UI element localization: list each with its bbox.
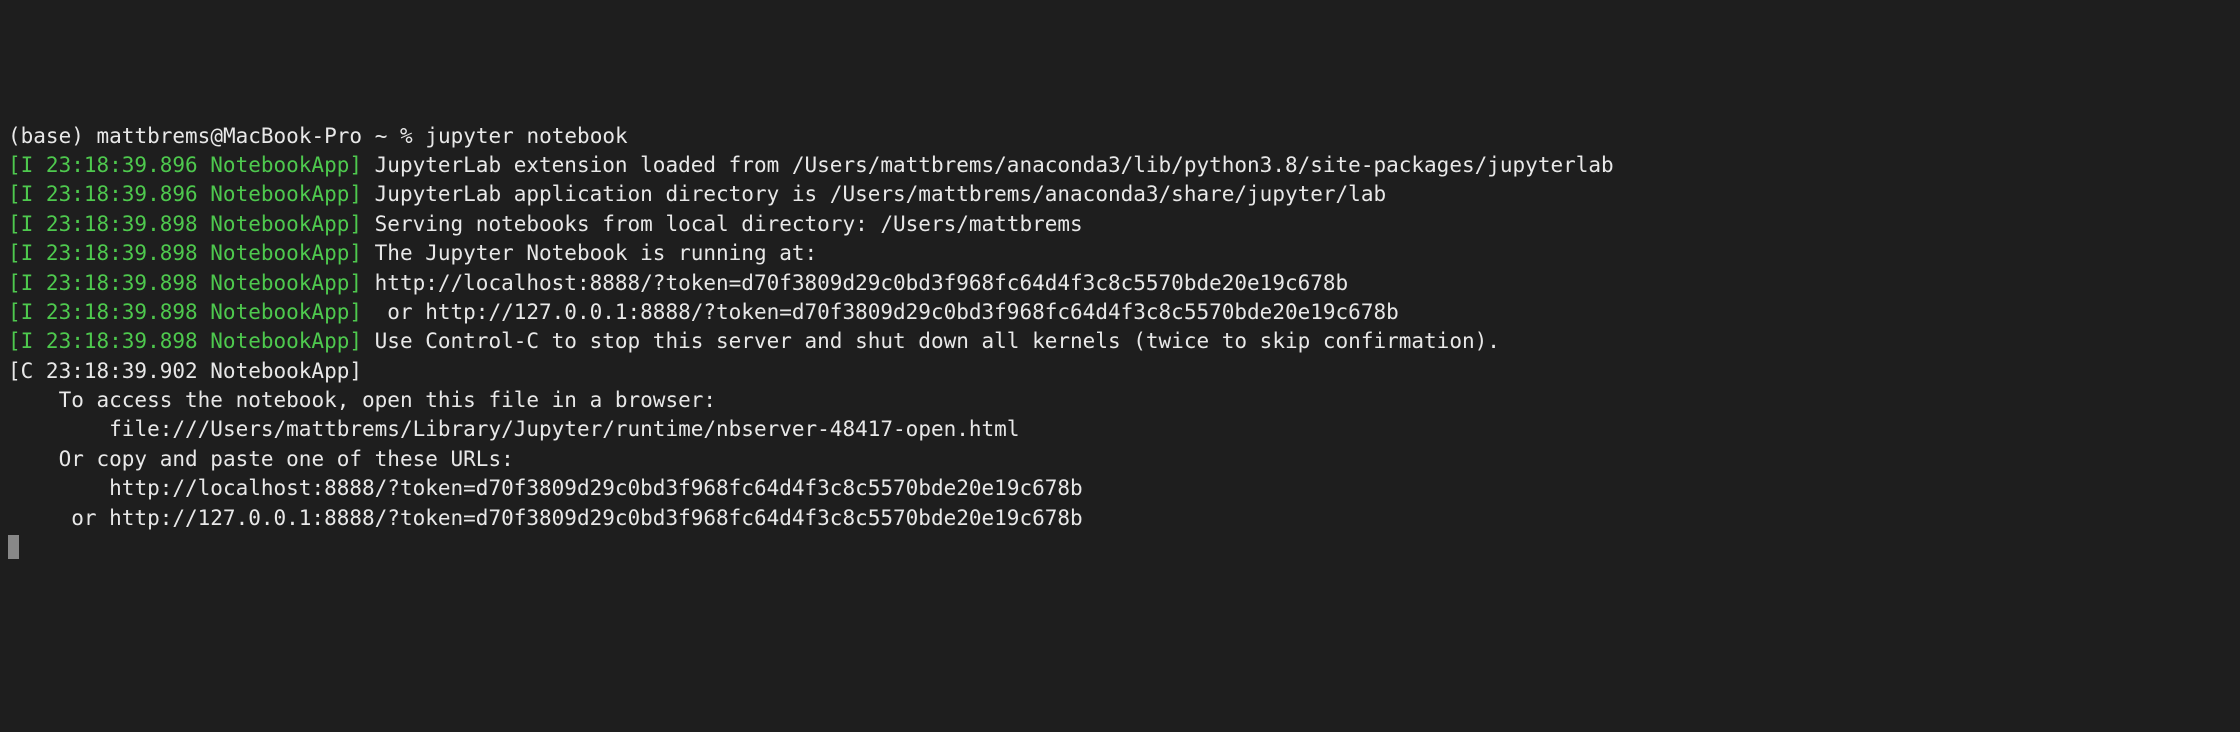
- log-text: JupyterLab application directory is /Use…: [362, 182, 1386, 206]
- log-line: [I 23:18:39.898 NotebookApp] http://loca…: [8, 269, 2232, 298]
- log-text: Use Control-C to stop this server and sh…: [362, 329, 1500, 353]
- prompt-symbol: %: [400, 124, 413, 148]
- command-text: jupyter notebook: [425, 124, 627, 148]
- log-info-prefix: [I 23:18:39.898 NotebookApp]: [8, 212, 362, 236]
- log-line: [C 23:18:39.902 NotebookApp]: [8, 357, 2232, 386]
- log-info-prefix: [I 23:18:39.898 NotebookApp]: [8, 300, 362, 324]
- log-text: The Jupyter Notebook is running at:: [362, 241, 817, 265]
- log-text: or http://127.0.0.1:8888/?token=d70f3809…: [362, 300, 1399, 324]
- log-info-prefix: [I 23:18:39.898 NotebookApp]: [8, 329, 362, 353]
- prompt-line: (base) mattbrems@MacBook-Pro ~ % jupyter…: [8, 122, 2232, 151]
- access-line: or http://127.0.0.1:8888/?token=d70f3809…: [8, 504, 2232, 533]
- prompt-host: MacBook-Pro: [223, 124, 362, 148]
- log-text: http://localhost:8888/?token=d70f3809d29…: [362, 271, 1348, 295]
- log-line: [I 23:18:39.898 NotebookApp] The Jupyter…: [8, 239, 2232, 268]
- terminal-output[interactable]: (base) mattbrems@MacBook-Pro ~ % jupyter…: [8, 122, 2232, 563]
- access-line: file:///Users/mattbrems/Library/Jupyter/…: [8, 415, 2232, 444]
- log-critical-prefix: [C 23:18:39.902 NotebookApp]: [8, 359, 362, 383]
- log-line: [I 23:18:39.896 NotebookApp] JupyterLab …: [8, 180, 2232, 209]
- log-line: [I 23:18:39.898 NotebookApp] Use Control…: [8, 327, 2232, 356]
- prompt-user: mattbrems: [97, 124, 211, 148]
- log-text: Serving notebooks from local directory: …: [362, 212, 1083, 236]
- prompt-env: (base): [8, 124, 84, 148]
- log-info-prefix: [I 23:18:39.898 NotebookApp]: [8, 271, 362, 295]
- access-line: To access the notebook, open this file i…: [8, 386, 2232, 415]
- log-line: [I 23:18:39.896 NotebookApp] JupyterLab …: [8, 151, 2232, 180]
- log-text: JupyterLab extension loaded from /Users/…: [362, 153, 1614, 177]
- cursor-icon: [8, 535, 19, 559]
- log-info-prefix: [I 23:18:39.896 NotebookApp]: [8, 182, 362, 206]
- log-info-prefix: [I 23:18:39.896 NotebookApp]: [8, 153, 362, 177]
- log-line: [I 23:18:39.898 NotebookApp] Serving not…: [8, 210, 2232, 239]
- log-line: [I 23:18:39.898 NotebookApp] or http://1…: [8, 298, 2232, 327]
- access-line: Or copy and paste one of these URLs:: [8, 445, 2232, 474]
- log-info-prefix: [I 23:18:39.898 NotebookApp]: [8, 241, 362, 265]
- access-line: http://localhost:8888/?token=d70f3809d29…: [8, 474, 2232, 503]
- prompt-path: ~: [375, 124, 388, 148]
